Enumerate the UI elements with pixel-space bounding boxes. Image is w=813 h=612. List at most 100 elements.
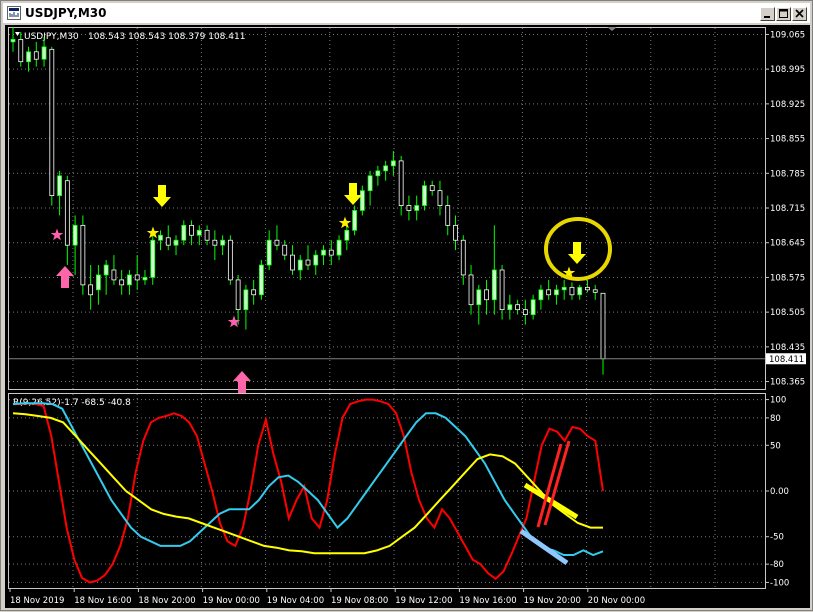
candle-body (507, 304, 513, 311)
candle-body (336, 239, 342, 256)
price-tick-label: 108.505 (770, 308, 805, 318)
candle (305, 245, 311, 270)
indicator-values: -1.7 -68.5 -40.8 (61, 398, 131, 408)
candle (297, 255, 303, 280)
candle (422, 180, 427, 211)
price-tick-label: 108.925 (770, 100, 805, 110)
candle (111, 255, 117, 285)
candle (522, 299, 528, 325)
candle (243, 284, 249, 330)
time-tick-label: 18 Nov 20:00 (138, 596, 195, 606)
candle (546, 279, 552, 300)
candle-body (437, 190, 443, 206)
time-tick-label: 19 Nov 00:00 (203, 596, 260, 606)
candle (585, 279, 590, 293)
minimize-icon (764, 16, 770, 18)
time-tick-label: 19 Nov 12:00 (395, 596, 452, 606)
candle (328, 240, 334, 266)
title-bar[interactable]: USDJPY,M30 (3, 3, 810, 23)
manual-blue-mark (519, 528, 569, 566)
candle-body (266, 239, 272, 266)
candle (150, 235, 156, 285)
candle-body (414, 205, 420, 211)
current-price-label: 108.411 (766, 353, 806, 365)
candle-body (398, 160, 404, 206)
candle-body (227, 239, 233, 281)
candle (57, 170, 62, 216)
indicator-tick-label: -100 (770, 578, 789, 588)
candle (64, 175, 70, 266)
price-tick-label: 109.065 (770, 30, 805, 40)
price-tick-label: 108.645 (770, 239, 805, 249)
chart-area[interactable]: USDJPY,M30 108.543 108.543 108.379 108.4… (5, 25, 810, 608)
candle (569, 282, 575, 300)
close-icon (795, 9, 804, 18)
time-tick-label: 19 Nov 08:00 (331, 596, 388, 606)
signal-annotations (50, 183, 612, 393)
candle (352, 205, 357, 236)
candle (336, 235, 342, 261)
candle-body (569, 286, 575, 296)
maximize-icon (779, 9, 788, 18)
candle-body (406, 205, 412, 211)
candle-body (321, 249, 326, 256)
candle-body (546, 289, 552, 296)
symbol-label: USDJPY,M30 (24, 32, 79, 42)
candle (592, 284, 598, 300)
close-button[interactable] (792, 7, 807, 21)
candle (468, 265, 474, 315)
minimize-button[interactable] (760, 7, 775, 21)
maximize-button[interactable] (776, 7, 791, 21)
candle (266, 230, 272, 270)
candle (414, 195, 420, 221)
candle-body (561, 286, 567, 291)
indicator-tick-label: 0.00 (770, 487, 789, 497)
time-tick-label: 19 Nov 16:00 (459, 596, 516, 606)
candle-body (196, 229, 202, 236)
candle (406, 195, 412, 221)
candle (437, 180, 443, 216)
candle-body (173, 239, 179, 246)
candle-body (476, 289, 482, 306)
candle (274, 225, 280, 251)
scroll-shift-marker-icon[interactable] (607, 27, 617, 31)
candle-body (57, 175, 62, 197)
candle-body (181, 224, 187, 241)
candle (321, 245, 326, 266)
candle (181, 220, 187, 246)
candle-body (204, 229, 210, 241)
candle-body (515, 304, 521, 311)
candle-body (243, 289, 249, 311)
candle (18, 31, 24, 67)
candle (251, 279, 257, 305)
current-price-value: 108.411 (769, 355, 804, 365)
candle (476, 284, 482, 325)
candle-body (375, 170, 381, 177)
candle-body (367, 175, 373, 192)
candle-body (359, 190, 365, 211)
candle-body (49, 48, 55, 197)
candle-body (484, 289, 489, 301)
candle (530, 294, 536, 320)
candle-body (165, 237, 171, 246)
candle (561, 279, 567, 300)
candle (499, 265, 505, 320)
candle (127, 269, 132, 295)
candle-body (134, 274, 140, 281)
candle (359, 185, 365, 216)
candle-body (313, 254, 319, 266)
candle (165, 225, 171, 251)
yellow-star (338, 216, 352, 229)
chart-canvas[interactable]: USDJPY,M30 108.543 108.543 108.379 108.4… (5, 25, 810, 608)
candle (367, 170, 373, 206)
candle (515, 299, 521, 315)
main-pane-frame (8, 27, 766, 390)
time-tick-label: 19 Nov 20:00 (524, 596, 581, 606)
candle (26, 46, 31, 72)
window-title: USDJPY,M30 (25, 6, 107, 20)
indicator-tick-label: 100 (770, 396, 786, 406)
candle-body (522, 309, 528, 316)
candle (95, 265, 101, 305)
indicator-pane-frame (8, 393, 766, 589)
chart-window: USDJPY,M30 USDJPY,M30 108.543 108.543 10… (0, 0, 813, 611)
